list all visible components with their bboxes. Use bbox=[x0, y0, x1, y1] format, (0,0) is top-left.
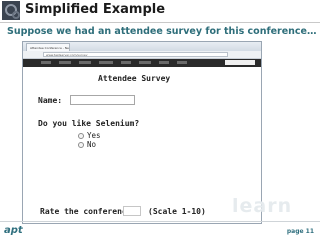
browser-window: Attendee Conference - Ne... www.testserv… bbox=[22, 41, 262, 224]
slide-subtitle: Suppose we had an attendee survey for th… bbox=[7, 26, 317, 37]
site-navbar bbox=[23, 59, 261, 67]
address-bar: www.testserver.com/survey bbox=[23, 51, 261, 59]
selenium-question: Do you like Selenium? bbox=[38, 119, 140, 128]
rating-field[interactable] bbox=[123, 206, 141, 216]
browser-tab[interactable]: Attendee Conference - Ne... bbox=[26, 43, 70, 51]
nav-item[interactable] bbox=[139, 61, 151, 64]
rating-label: Rate the conference: bbox=[40, 207, 137, 216]
slide-title: Simplified Example bbox=[25, 2, 166, 17]
scale-hint: (Scale 1-10) bbox=[148, 207, 206, 216]
radio-button[interactable] bbox=[78, 132, 84, 139]
nav-item[interactable] bbox=[41, 61, 51, 64]
nav-item[interactable] bbox=[121, 61, 131, 64]
name-label: Name: bbox=[38, 96, 63, 105]
gear-logo-icon bbox=[2, 1, 20, 20]
radio-label: Yes bbox=[87, 131, 101, 140]
nav-item[interactable] bbox=[79, 61, 91, 64]
survey-page: Attendee Survey Name: Do you like Seleni… bbox=[23, 67, 261, 223]
radio-option-no[interactable]: No bbox=[78, 140, 96, 149]
header-divider bbox=[0, 22, 320, 23]
page-number: page 11 bbox=[286, 228, 314, 235]
slide-header: Simplified Example bbox=[0, 0, 320, 22]
site-search-input[interactable] bbox=[225, 60, 255, 65]
radio-label: No bbox=[87, 140, 97, 149]
nav-item[interactable] bbox=[59, 61, 71, 64]
nav-item[interactable] bbox=[177, 61, 187, 64]
nav-item[interactable] bbox=[159, 61, 169, 64]
survey-title: Attendee Survey bbox=[98, 74, 171, 83]
window-controls bbox=[235, 43, 259, 58]
url-input[interactable]: www.testserver.com/survey bbox=[43, 52, 228, 57]
footer-logo: apt bbox=[4, 225, 23, 236]
browser-titlebar: Attendee Conference - Ne... bbox=[23, 42, 261, 58]
nav-item[interactable] bbox=[99, 61, 113, 64]
radio-option-yes[interactable]: Yes bbox=[78, 131, 101, 140]
radio-button[interactable] bbox=[78, 141, 84, 148]
name-field[interactable] bbox=[70, 95, 135, 105]
watermark-text: learn bbox=[232, 195, 293, 217]
footer-divider bbox=[0, 221, 320, 222]
